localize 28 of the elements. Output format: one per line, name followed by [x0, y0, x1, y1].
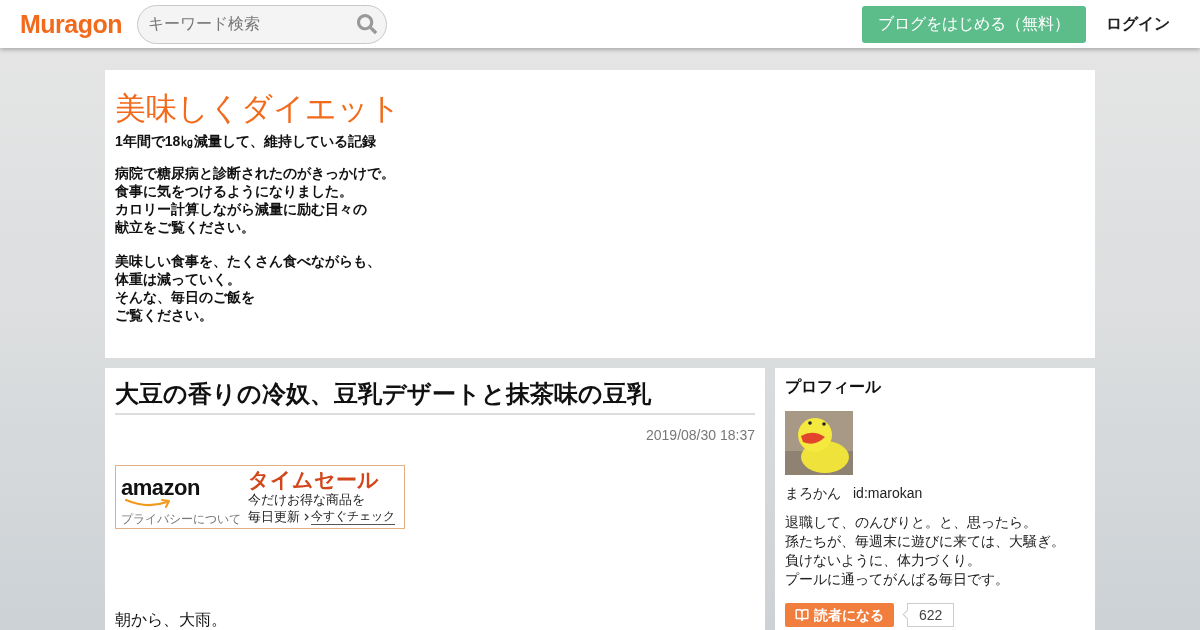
smile-arrow-icon — [125, 499, 171, 508]
login-link[interactable]: ログイン — [1106, 12, 1170, 36]
post-date: 2019/08/30 18:37 — [646, 426, 755, 445]
blog-title[interactable]: 美味しくダイエット — [115, 90, 1085, 128]
blog-subtitle: 1年間で18㎏減量して、維持している記録 — [115, 132, 378, 150]
profile-id: id:marokan — [853, 484, 923, 503]
privacy-link[interactable]: プライバシーについて — [121, 512, 248, 526]
profile-heading: プロフィール — [785, 377, 882, 397]
ad-text: 今だけお得な商品を — [248, 492, 366, 508]
follower-count: 622 — [902, 603, 955, 627]
check-now-link[interactable]: 今すぐチェック — [311, 509, 395, 525]
profile-bio: 退職して、のんびりと。と、思ったら。 孫たちが、毎週末に遊びに来ては、大騒ぎ。 負けないように、体力づくり。 プールに通ってがんばる毎日です。 — [785, 513, 1066, 589]
duck-avatar — [785, 411, 853, 475]
ad-headline: タイムセール — [248, 467, 380, 492]
ad-logo-text: amazon — [121, 477, 201, 499]
search-icon[interactable] — [357, 13, 378, 34]
ad-banner[interactable]: amazon プライバシーについて タイムセール 今だけお得な商品を 毎日更新 今すぐチェック — [115, 465, 405, 529]
blog-description: 美味しい食事を、たくさん食べながらも、 体重は減っていく。 そんな、毎日のご飯を ご覧ください。 — [115, 252, 382, 324]
search-field[interactable]: キーワード検索 — [137, 4, 388, 44]
book-icon — [795, 608, 809, 622]
follow-button[interactable]: 読者になる — [785, 603, 894, 627]
article-text: 朝から、大雨。 — [115, 610, 228, 630]
ad-text: 毎日更新 — [248, 508, 300, 525]
site-logo[interactable]: Muragon — [20, 9, 123, 39]
profile-name: まろかん — [785, 484, 841, 503]
blog-description: 病院で糖尿病と診断されたのがきっかけで。 食事に気をつけるようになりました。 カロリー計算しながら減量に励む日々の 献立をご覧ください。 — [115, 164, 396, 236]
chevron-right-icon — [304, 513, 309, 521]
article-title[interactable]: 大豆の香りの冷奴、豆乳デザートと抹茶味の豆乳 — [115, 378, 755, 415]
